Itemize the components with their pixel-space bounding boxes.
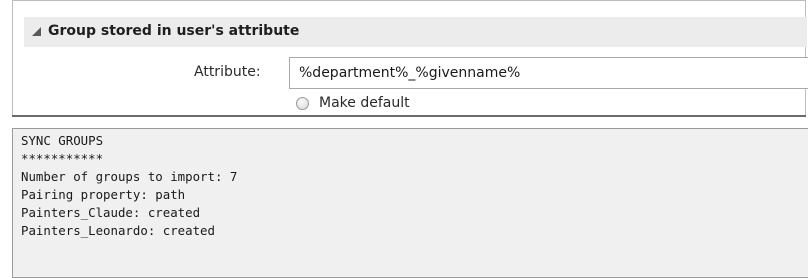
log-line: Number of groups to import: 7 xyxy=(21,169,238,184)
make-default-radio[interactable] xyxy=(296,97,309,110)
log-line: *********** xyxy=(21,151,104,166)
log-line: Pairing property: path xyxy=(21,187,186,202)
group-attribute-panel: Group stored in user's attribute Attribu… xyxy=(12,0,808,117)
log-line: SYNC GROUPS xyxy=(21,133,104,148)
panel-divider xyxy=(12,115,806,117)
log-line: Painters_Claude: created xyxy=(21,205,201,220)
triangle-down-icon[interactable] xyxy=(31,26,42,37)
section-header[interactable]: Group stored in user's attribute xyxy=(24,17,807,47)
attribute-input[interactable] xyxy=(289,57,808,89)
make-default-label[interactable]: Make default xyxy=(319,95,410,111)
attribute-label: Attribute: xyxy=(194,64,261,80)
log-line: Painters_Leonardo: created xyxy=(21,223,215,238)
sync-log-console[interactable]: SYNC GROUPS *********** Number of groups… xyxy=(12,128,808,278)
section-title: Group stored in user's attribute xyxy=(48,23,300,39)
